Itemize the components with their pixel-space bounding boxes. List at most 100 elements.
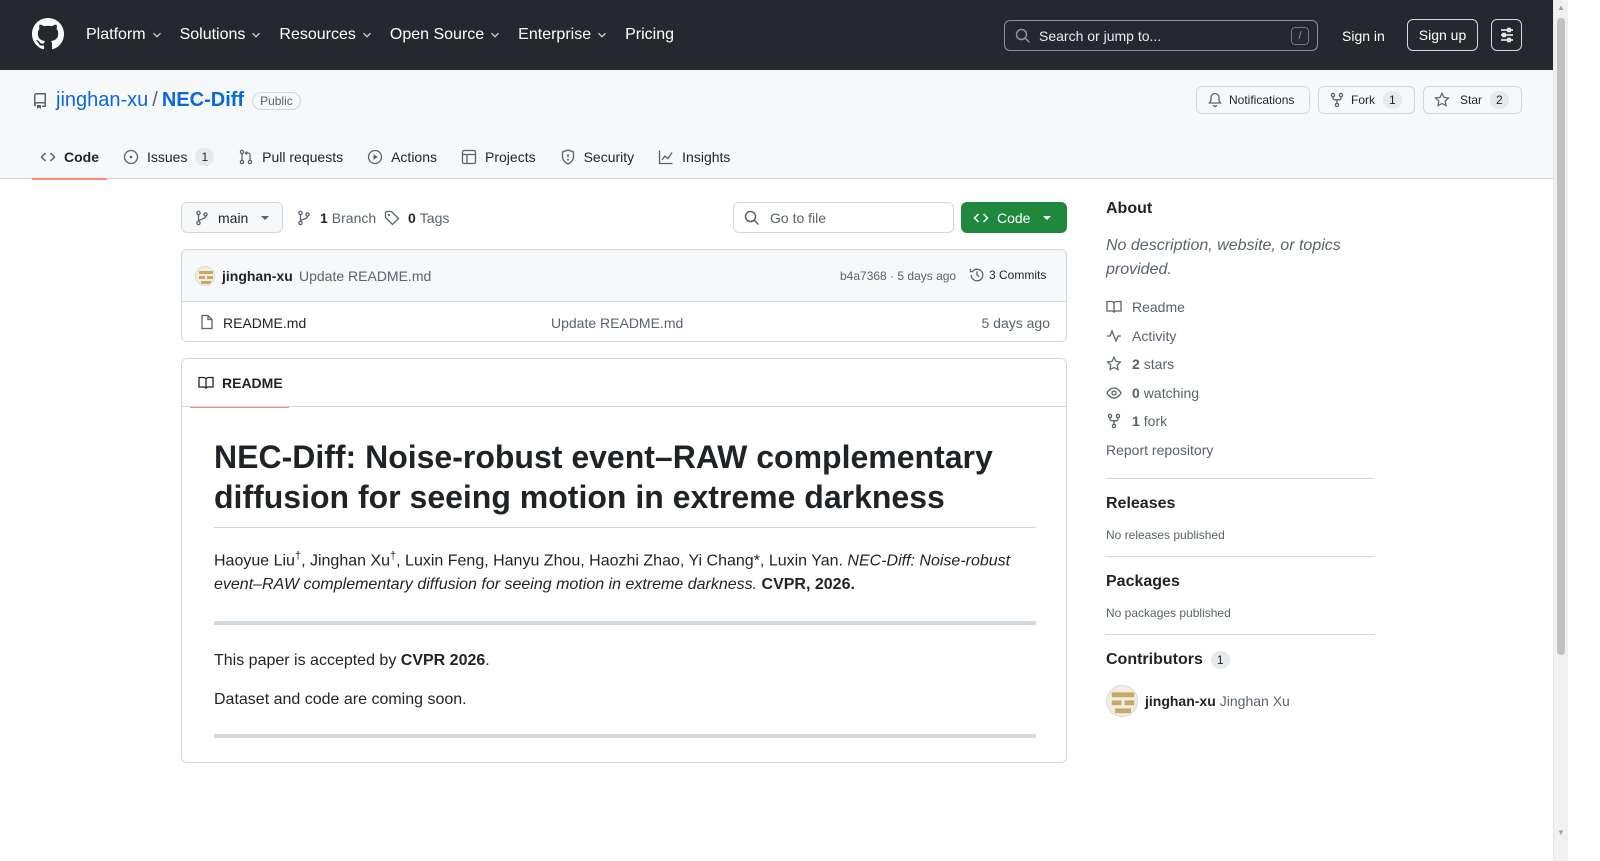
code-button[interactable]: Code xyxy=(961,202,1067,233)
releases-note: No releases published xyxy=(1106,528,1225,542)
contributor-login: jinghan-xu xyxy=(1145,693,1216,709)
tag-icon xyxy=(384,210,400,225)
contributor-avatar[interactable] xyxy=(1106,685,1138,717)
packages-note: No packages published xyxy=(1106,606,1231,620)
repo-name-link[interactable]: NEC-Diff xyxy=(162,89,244,112)
tab-insights[interactable]: Insights xyxy=(650,134,738,179)
commit-author-link[interactable]: jinghan-xu xyxy=(222,268,293,284)
tab-issues[interactable]: Issues 1 xyxy=(115,134,222,179)
global-header: Platform Solutions Resources Open Source… xyxy=(0,0,1553,70)
commits-link[interactable]: 3 Commits xyxy=(969,267,1046,283)
watching-link[interactable]: 0 watching xyxy=(1106,379,1374,408)
go-to-file-input[interactable]: Go to file xyxy=(733,202,954,233)
sign-up-button[interactable]: Sign up xyxy=(1407,19,1478,51)
caret-down-icon xyxy=(261,215,270,220)
repo-header: jinghan-xu / NEC-Diff Public Notificatio… xyxy=(0,70,1553,180)
github-logo-icon[interactable] xyxy=(32,18,64,50)
shield-icon xyxy=(561,148,574,165)
readme-link[interactable]: Readme xyxy=(1106,293,1374,322)
menu-button[interactable] xyxy=(1491,19,1522,51)
activity-link[interactable]: Activity xyxy=(1106,322,1374,351)
tags-link[interactable]: 0 Tags xyxy=(384,202,449,233)
nav-pricing[interactable]: Pricing xyxy=(625,26,674,44)
sidebar-divider xyxy=(1106,478,1374,479)
commit-message-link[interactable]: Update README.md xyxy=(299,268,431,284)
issues-count: 1 xyxy=(195,147,215,166)
branch-icon xyxy=(298,210,310,225)
about-links: Readme Activity 2 stars 0 watching 1 fork R… xyxy=(1106,293,1374,464)
releases-heading[interactable]: Releases xyxy=(1106,495,1374,513)
page-scrollbar[interactable]: ▲ ▼ xyxy=(1553,0,1568,861)
contributor-name: Jinghan Xu xyxy=(1219,693,1290,709)
book-icon xyxy=(1106,301,1122,314)
file-name-link[interactable]: README.md xyxy=(223,315,306,331)
readme-divider xyxy=(182,406,1066,407)
global-nav: Platform Solutions Resources Open Source… xyxy=(86,0,690,70)
code-icon xyxy=(40,151,56,162)
horizontal-rule xyxy=(214,621,1036,626)
star-icon xyxy=(1434,92,1450,107)
search-icon xyxy=(1015,28,1031,43)
readme-title: NEC-Diff: Noise-robust event–RAW complem… xyxy=(214,437,1036,528)
star-icon xyxy=(1106,356,1122,371)
star-button[interactable]: Star 2 xyxy=(1423,86,1522,114)
forks-link[interactable]: 1 fork xyxy=(1106,407,1374,436)
contributors-count: 1 xyxy=(1210,651,1230,669)
issue-icon xyxy=(123,149,139,164)
play-icon xyxy=(367,149,383,164)
sidebar-divider xyxy=(1106,556,1374,557)
global-search-input[interactable]: Search or jump to... / xyxy=(1004,20,1318,51)
fork-button[interactable]: Fork 1 xyxy=(1318,86,1415,114)
chevron-down-icon xyxy=(252,32,261,38)
packages-heading[interactable]: Packages xyxy=(1106,573,1374,591)
readme-content: NEC-Diff: Noise-robust event–RAW complem… xyxy=(214,437,1036,762)
contributors-heading[interactable]: Contributors 1 xyxy=(1106,651,1374,669)
scroll-up-arrow-icon[interactable]: ▲ xyxy=(1557,4,1565,12)
notifications-button[interactable]: Notifications xyxy=(1196,86,1310,114)
nav-solutions[interactable]: Solutions xyxy=(180,26,264,44)
file-commit-time: 5 days ago xyxy=(981,315,1051,331)
star-count: 2 xyxy=(1490,91,1509,109)
repo-owner-link[interactable]: jinghan-xu xyxy=(56,89,148,112)
chevron-down-icon xyxy=(598,32,607,38)
path-separator: / xyxy=(152,89,158,111)
nav-open-source[interactable]: Open Source xyxy=(390,26,502,44)
branch-selector[interactable]: main xyxy=(181,202,283,233)
caret-down-icon xyxy=(1043,215,1052,220)
repo-sidebar: About No description, website, or topics… xyxy=(1106,200,1374,717)
commit-hash-time[interactable]: b4a7368 · 5 days ago xyxy=(840,269,956,283)
repo-tabs: Code Issues 1 Pull requests Actions Proj… xyxy=(32,134,746,180)
tab-security[interactable]: Security xyxy=(552,134,643,179)
author-avatar[interactable] xyxy=(195,266,215,286)
code-icon xyxy=(973,212,989,223)
contributor-item[interactable]: jinghan-xu Jinghan Xu xyxy=(1106,685,1374,717)
eye-icon xyxy=(1106,387,1122,399)
stars-link[interactable]: 2 stars xyxy=(1106,350,1374,379)
scrollbar-thumb[interactable] xyxy=(1557,18,1565,655)
book-icon xyxy=(198,376,214,389)
nav-resources[interactable]: Resources xyxy=(279,26,373,44)
readme-accepted-note: This paper is accepted by CVPR 2026. xyxy=(214,652,490,670)
file-row: README.md Update README.md 5 days ago xyxy=(182,302,1066,341)
branches-link[interactable]: 1 Branch xyxy=(296,202,376,233)
file-commit-message-link[interactable]: Update README.md xyxy=(551,315,683,331)
nav-platform[interactable]: Platform xyxy=(86,26,164,44)
repo-icon xyxy=(34,92,46,109)
tab-pull-requests[interactable]: Pull requests xyxy=(230,134,351,179)
file-icon xyxy=(201,314,213,330)
tab-projects[interactable]: Projects xyxy=(453,134,544,179)
history-icon xyxy=(969,268,984,282)
fork-icon xyxy=(1107,413,1121,429)
table-icon xyxy=(461,149,477,164)
tab-actions[interactable]: Actions xyxy=(359,134,445,179)
horizontal-rule xyxy=(214,734,1036,739)
latest-commit-row: jinghan-xu Update README.md b4a7368 · 5 … xyxy=(182,250,1066,302)
chevron-down-icon xyxy=(362,32,371,38)
report-repository-link[interactable]: Report repository xyxy=(1106,436,1374,465)
readme-tab[interactable]: README xyxy=(190,359,289,408)
nav-enterprise[interactable]: Enterprise xyxy=(518,26,609,44)
scroll-down-arrow-icon[interactable]: ▼ xyxy=(1557,829,1565,837)
repo-title: jinghan-xu / NEC-Diff Public xyxy=(32,89,301,112)
sign-in-link[interactable]: Sign in xyxy=(1330,20,1397,51)
tab-code[interactable]: Code xyxy=(32,134,107,180)
